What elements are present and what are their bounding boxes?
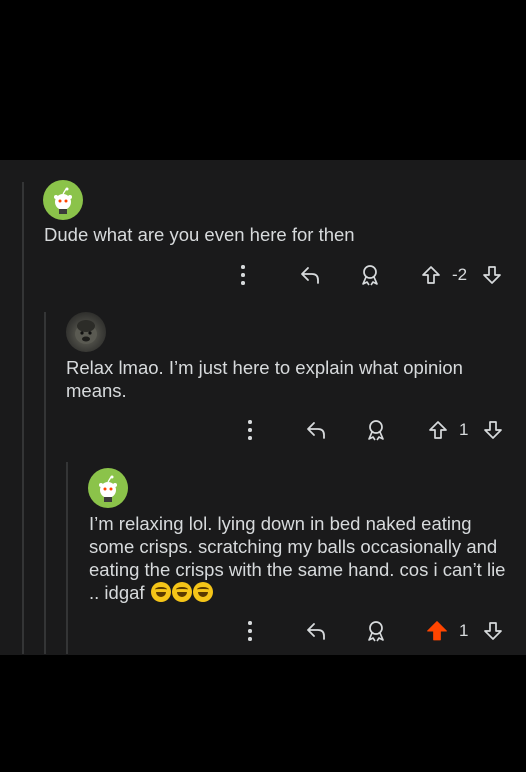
upvote-icon[interactable] [420, 261, 442, 289]
thread-line-level-2[interactable] [44, 312, 46, 654]
upvote-icon[interactable] [427, 416, 449, 444]
comment-thread-panel: Dude what are you even here for then -2 [0, 160, 526, 655]
reply-icon[interactable] [304, 416, 328, 444]
more-options-icon[interactable] [238, 261, 248, 289]
more-options-icon[interactable] [245, 416, 255, 444]
thread-line-level-1[interactable] [22, 182, 24, 654]
reply-icon[interactable] [298, 261, 322, 289]
vote-score: -2 [452, 265, 468, 284]
downvote-icon[interactable] [481, 261, 503, 289]
snoo-avatar-icon [99, 475, 117, 502]
snoo-avatar-icon [54, 187, 72, 214]
downvote-icon[interactable] [482, 416, 504, 444]
laughing-tears-emoji-icon [150, 582, 171, 602]
vote-score: 1 [459, 420, 469, 439]
comment-body: I’m relaxing lol. lying down in bed nake… [89, 512, 509, 604]
award-icon[interactable] [364, 617, 388, 645]
avatar[interactable] [66, 312, 106, 352]
vote-score: 1 [459, 621, 469, 640]
user-photo-icon [75, 320, 97, 344]
laughing-tears-emoji-icon [192, 582, 213, 602]
award-icon[interactable] [364, 416, 388, 444]
award-icon[interactable] [358, 261, 382, 289]
downvote-icon[interactable] [482, 617, 504, 645]
laughing-tears-emoji-icon [171, 582, 192, 602]
reply-icon[interactable] [304, 617, 328, 645]
more-options-icon[interactable] [245, 617, 255, 645]
avatar[interactable] [43, 180, 83, 220]
upvote-icon[interactable] [425, 617, 449, 645]
comment-body: Dude what are you even here for then [44, 224, 355, 245]
avatar[interactable] [88, 468, 128, 508]
comment-body: Relax lmao. I’m just here to explain wha… [66, 357, 463, 401]
thread-line-level-3[interactable] [66, 462, 68, 654]
